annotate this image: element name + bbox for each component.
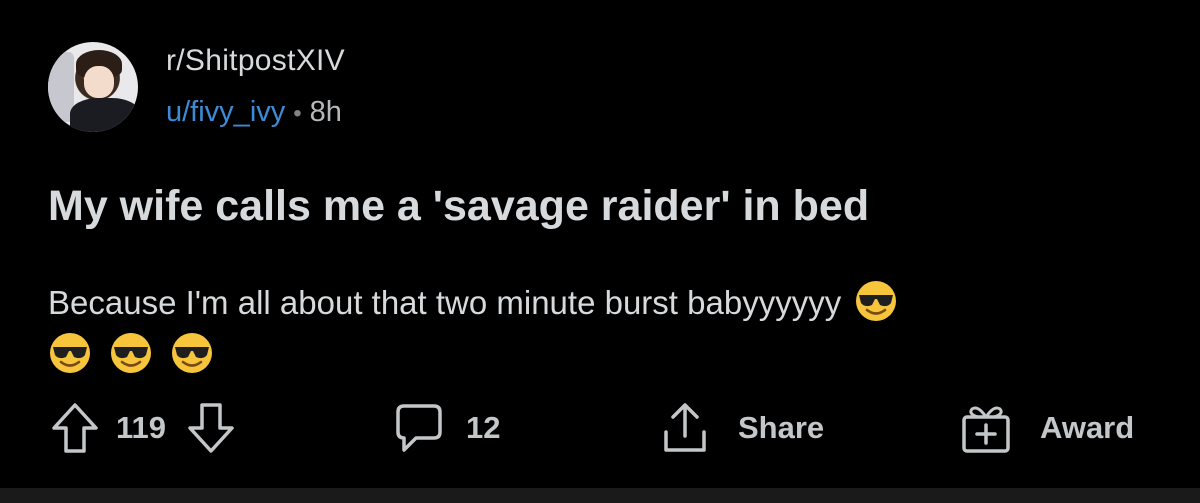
share-label: Share [738,410,825,445]
post-body-text: Because I'm all about that two minute bu… [48,284,842,321]
comments-button[interactable]: 12 [394,398,500,458]
share-icon [664,403,706,452]
award-button[interactable]: Award [960,398,1134,458]
vote-control: 119 [50,398,236,458]
post-body: Because I'm all about that two minute bu… [48,277,1128,381]
vote-count: 119 [116,410,167,445]
sunglasses-emoji-icon [111,333,152,373]
award-label: Award [1040,410,1135,445]
upvote-arrow-icon[interactable] [50,401,100,455]
username-link[interactable]: u/fivy_ivy [166,96,285,128]
action-bar: 119 12 Share Award [0,398,1200,458]
subreddit-link[interactable]: r/ShitpostXIV [166,44,345,78]
comment-count: 12 [466,410,501,445]
post-age: 8h [309,96,342,128]
post-card: r/ShitpostXIV u/fivy_ivy • 8h My wife call… [0,0,1200,503]
sunglasses-emoji-icon [856,281,897,321]
bottom-divider [0,488,1200,503]
gift-award-icon [962,406,1010,453]
sunglasses-emoji-icon [50,333,90,373]
share-button[interactable]: Share [660,398,824,458]
sunglasses-emoji-icon [172,333,213,373]
comment-bubble-icon [396,404,442,452]
avatar-face [84,66,114,98]
downvote-arrow-icon[interactable] [186,401,236,455]
meta-separator: • [293,100,302,127]
avatar[interactable] [48,42,138,132]
avatar-jacket [70,98,138,132]
post-meta: u/fivy_ivy • 8h [166,96,342,129]
post-title[interactable]: My wife calls me a 'savage raider' in be… [48,182,869,231]
